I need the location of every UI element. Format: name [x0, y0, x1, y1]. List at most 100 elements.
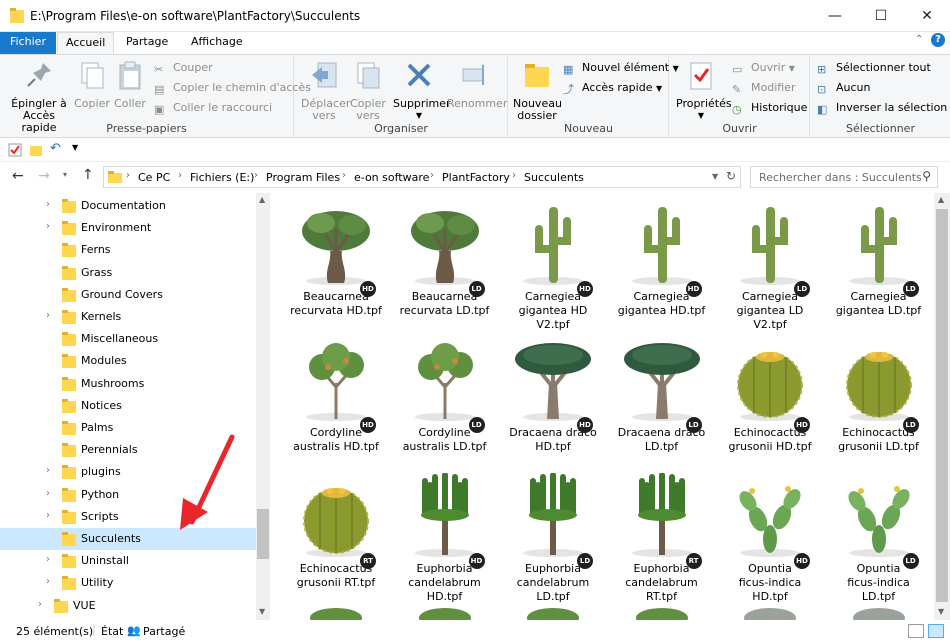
file-item[interactable]: HD Opuntia ficus-indica HD.tpf: [716, 473, 824, 608]
expand-chevron-icon[interactable]: ›: [46, 199, 50, 210]
back-arrow-icon[interactable]: ←: [12, 168, 24, 184]
expand-chevron-icon[interactable]: ›: [46, 310, 50, 321]
copy-button[interactable]: Copier: [72, 59, 112, 110]
new-folder-button[interactable]: Nouveau dossier: [513, 59, 562, 122]
refresh-icon[interactable]: ↻: [726, 169, 736, 183]
invert-selection-button[interactable]: ◧ Inverser la sélection: [817, 99, 947, 117]
nav-item-notices[interactable]: Notices: [0, 395, 256, 417]
new-folder-qat-icon[interactable]: [29, 143, 43, 157]
file-item[interactable]: LD Carnegiea gigantea LD.tpf: [825, 201, 933, 336]
select-all-button[interactable]: ⊞ Sélectionner tout: [817, 59, 931, 77]
rename-button[interactable]: Renommer: [447, 59, 507, 110]
expand-chevron-icon[interactable]: ›: [38, 599, 42, 610]
breadcrumb-plantfactory[interactable]: PlantFactory: [442, 171, 510, 184]
search-input[interactable]: Rechercher dans : Succulents ⚲: [750, 166, 938, 188]
nav-item-python[interactable]: › Python: [0, 484, 256, 506]
recent-dropdown-icon[interactable]: ▾: [63, 170, 67, 179]
file-item[interactable]: HD Euphorbia candelabrum HD.tpf: [391, 473, 499, 608]
breadcrumb-drive[interactable]: Fichiers (E:): [190, 171, 254, 184]
file-item[interactable]: LD Cordyline australis LD.tpf: [391, 337, 499, 472]
easy-access-button[interactable]: ⤴ Accès rapide ▼: [563, 79, 662, 97]
file-item[interactable]: LD Opuntia ficus-indica LD.tpf: [825, 473, 933, 608]
details-view-icon[interactable]: [908, 624, 924, 638]
file-item[interactable]: LD Beaucarnea recurvata LD.tpf: [391, 201, 499, 336]
help-icon[interactable]: ?: [931, 33, 945, 47]
file-item[interactable]: LD Dracaena draco LD.tpf: [608, 337, 716, 472]
nav-item-ground-covers[interactable]: Ground Covers: [0, 284, 256, 306]
scrollbar-thumb[interactable]: [257, 509, 269, 559]
nav-item-palms[interactable]: Palms: [0, 417, 256, 439]
expand-chevron-icon[interactable]: ›: [46, 221, 50, 232]
file-item[interactable]: HD Carnegiea gigantea HD.tpf: [608, 201, 716, 336]
properties-qat-icon[interactable]: [8, 143, 22, 157]
delete-button[interactable]: Supprimer ▼: [393, 59, 451, 122]
open-button[interactable]: ▭ Ouvrir ▼: [732, 59, 795, 77]
scroll-down-icon[interactable]: ▼: [259, 607, 265, 616]
forward-arrow-icon[interactable]: →: [38, 168, 50, 184]
expand-chevron-icon[interactable]: ›: [46, 488, 50, 499]
breadcrumb-succulents[interactable]: Succulents: [524, 171, 584, 184]
tab-accueil[interactable]: Accueil: [57, 32, 115, 55]
nav-item-kernels[interactable]: › Kernels: [0, 306, 256, 328]
paste-shortcut-button[interactable]: ▣ Coller le raccourci: [154, 99, 272, 117]
large-icons-view-icon[interactable]: [928, 624, 944, 638]
expand-chevron-icon[interactable]: ›: [46, 510, 50, 521]
nav-item-ferns[interactable]: Ferns: [0, 239, 256, 261]
cut-button[interactable]: ✂ Couper: [154, 59, 213, 77]
breadcrumb-ce-pc[interactable]: Ce PC: [138, 171, 170, 184]
expand-chevron-icon[interactable]: ›: [46, 465, 50, 476]
nav-item-documentation[interactable]: › Documentation: [0, 195, 256, 217]
move-to-button[interactable]: Déplacer vers: [301, 59, 350, 122]
file-item[interactable]: LD Euphorbia candelabrum LD.tpf: [499, 473, 607, 608]
file-item[interactable]: LD Echinocactus grusonii LD.tpf: [825, 337, 933, 472]
collapse-ribbon-icon[interactable]: ⌃: [915, 34, 923, 45]
nav-item-mushrooms[interactable]: Mushrooms: [0, 373, 256, 395]
qat-dropdown-icon[interactable]: ▼: [72, 143, 78, 152]
new-item-button[interactable]: ▦ Nouvel élément ▼: [563, 59, 679, 77]
undo-qat-icon[interactable]: ↶: [50, 141, 61, 156]
nav-item-perennials[interactable]: Perennials: [0, 439, 256, 461]
maximize-button[interactable]: ☐: [858, 0, 904, 32]
minimize-button[interactable]: —: [812, 0, 858, 32]
address-bar[interactable]: › Ce PC › Fichiers (E:) › Program Files …: [103, 166, 741, 188]
navigation-scrollbar[interactable]: ▲ ▼: [256, 193, 270, 620]
close-button[interactable]: ✕: [904, 0, 950, 32]
scroll-down-icon[interactable]: ▼: [938, 607, 944, 616]
file-item[interactable]: HD Beaucarnea recurvata HD.tpf: [282, 201, 390, 336]
file-item[interactable]: RT Euphorbia candelabrum RT.tpf: [608, 473, 716, 608]
content-scrollbar[interactable]: ▲ ▼: [934, 193, 950, 620]
breadcrumb-program-files[interactable]: Program Files: [266, 171, 340, 184]
nav-item-uninstall[interactable]: › Uninstall: [0, 550, 256, 572]
nav-item-plugins[interactable]: › plugins: [0, 461, 256, 483]
breadcrumb-e-on-software[interactable]: e-on software: [354, 171, 429, 184]
file-item[interactable]: RT Echinocactus grusonii RT.tpf: [282, 473, 390, 608]
scroll-up-icon[interactable]: ▲: [938, 195, 944, 204]
tab-partage[interactable]: Partage: [118, 32, 176, 54]
expand-chevron-icon[interactable]: ›: [46, 576, 50, 587]
nav-item-environment[interactable]: › Environment: [0, 217, 256, 239]
file-item[interactable]: HD Carnegiea gigantea HD V2.tpf: [499, 201, 607, 336]
nav-item-vue[interactable]: › VUE: [0, 595, 256, 617]
file-item[interactable]: HD Dracaena draco HD.tpf: [499, 337, 607, 472]
file-item[interactable]: HD Echinocactus grusonii HD.tpf: [716, 337, 824, 472]
copy-to-button[interactable]: Copier vers: [347, 59, 389, 122]
file-item[interactable]: LD Carnegiea gigantea LD V2.tpf: [716, 201, 824, 336]
history-button[interactable]: ◷ Historique: [732, 99, 807, 117]
tab-fichier[interactable]: Fichier: [0, 32, 56, 54]
expand-chevron-icon[interactable]: ›: [46, 554, 50, 565]
nav-item-scripts[interactable]: › Scripts: [0, 506, 256, 528]
select-none-button[interactable]: ⊡ Aucun: [817, 79, 871, 97]
tab-affichage[interactable]: Affichage: [183, 32, 251, 54]
edit-button[interactable]: ✎ Modifier: [732, 79, 795, 97]
file-item[interactable]: HD Cordyline australis HD.tpf: [282, 337, 390, 472]
copy-path-button[interactable]: ▤ Copier le chemin d'accès: [154, 79, 311, 97]
properties-button[interactable]: Propriétés ▼: [676, 59, 732, 122]
nav-item-miscellaneous[interactable]: Miscellaneous: [0, 328, 256, 350]
scroll-up-icon[interactable]: ▲: [259, 195, 265, 204]
address-dropdown-icon[interactable]: ▼: [712, 172, 718, 181]
scrollbar-thumb[interactable]: [936, 209, 948, 602]
paste-button[interactable]: Coller: [112, 59, 148, 110]
nav-item-modules[interactable]: Modules: [0, 350, 256, 372]
nav-item-succulents[interactable]: Succulents: [0, 528, 256, 550]
up-arrow-icon[interactable]: ↑: [82, 167, 94, 183]
